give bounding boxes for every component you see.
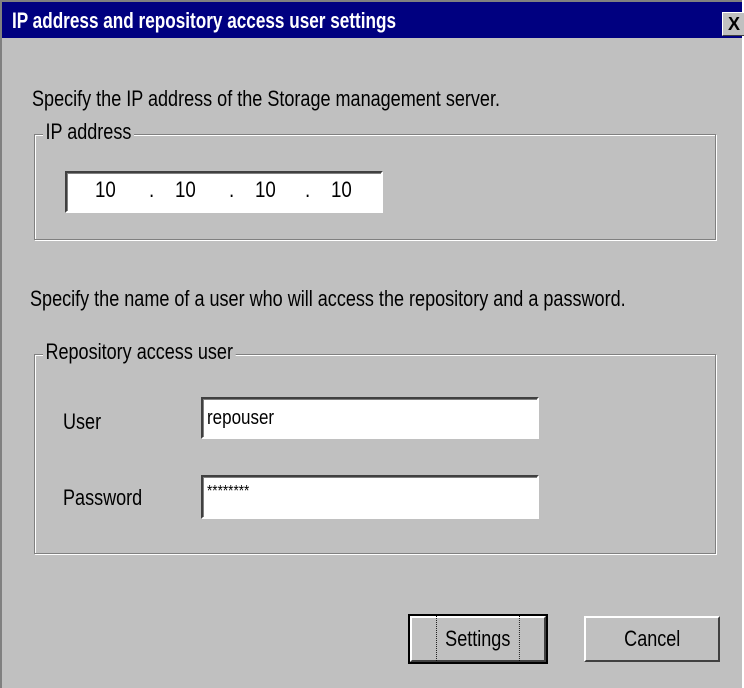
ip-address-group: IP address 10 . 10 . 10 . 10 — [34, 119, 716, 240]
repository-user-group: Repository access user User repouser Pas… — [34, 339, 716, 554]
ip-separator: . — [229, 177, 235, 202]
cancel-button[interactable]: Cancel — [584, 616, 720, 662]
settings-button[interactable]: Settings — [408, 614, 548, 664]
password-label: Password — [63, 485, 143, 510]
settings-button-label: Settings — [436, 615, 520, 663]
user-label: User — [63, 409, 102, 434]
ip-octet-1[interactable]: 10 — [95, 177, 116, 203]
close-icon[interactable]: X — [722, 12, 744, 36]
dialog-window: IP address and repository access user se… — [0, 0, 744, 688]
ip-separator: . — [149, 177, 155, 202]
user-input[interactable]: repouser — [201, 397, 539, 439]
ip-address-field[interactable]: 10 . 10 . 10 . 10 — [65, 171, 383, 213]
ip-instruction: Specify the IP address of the Storage ma… — [32, 86, 500, 111]
ip-separator: . — [305, 177, 311, 202]
user-input-value: repouser — [207, 407, 275, 429]
password-input[interactable]: ******** — [201, 475, 539, 519]
user-instruction: Specify the name of a user who will acce… — [30, 286, 626, 311]
cancel-button-label: Cancel — [623, 626, 681, 651]
ip-address-group-label: IP address — [43, 119, 134, 145]
ip-octet-4[interactable]: 10 — [331, 177, 352, 203]
window-title: IP address and repository access user se… — [12, 8, 397, 33]
title-bar[interactable]: IP address and repository access user se… — [2, 2, 744, 38]
password-input-value: ******** — [207, 483, 250, 500]
repository-user-group-label: Repository access user — [43, 339, 236, 365]
ip-octet-3[interactable]: 10 — [255, 177, 276, 203]
ip-octet-2[interactable]: 10 — [175, 177, 196, 203]
